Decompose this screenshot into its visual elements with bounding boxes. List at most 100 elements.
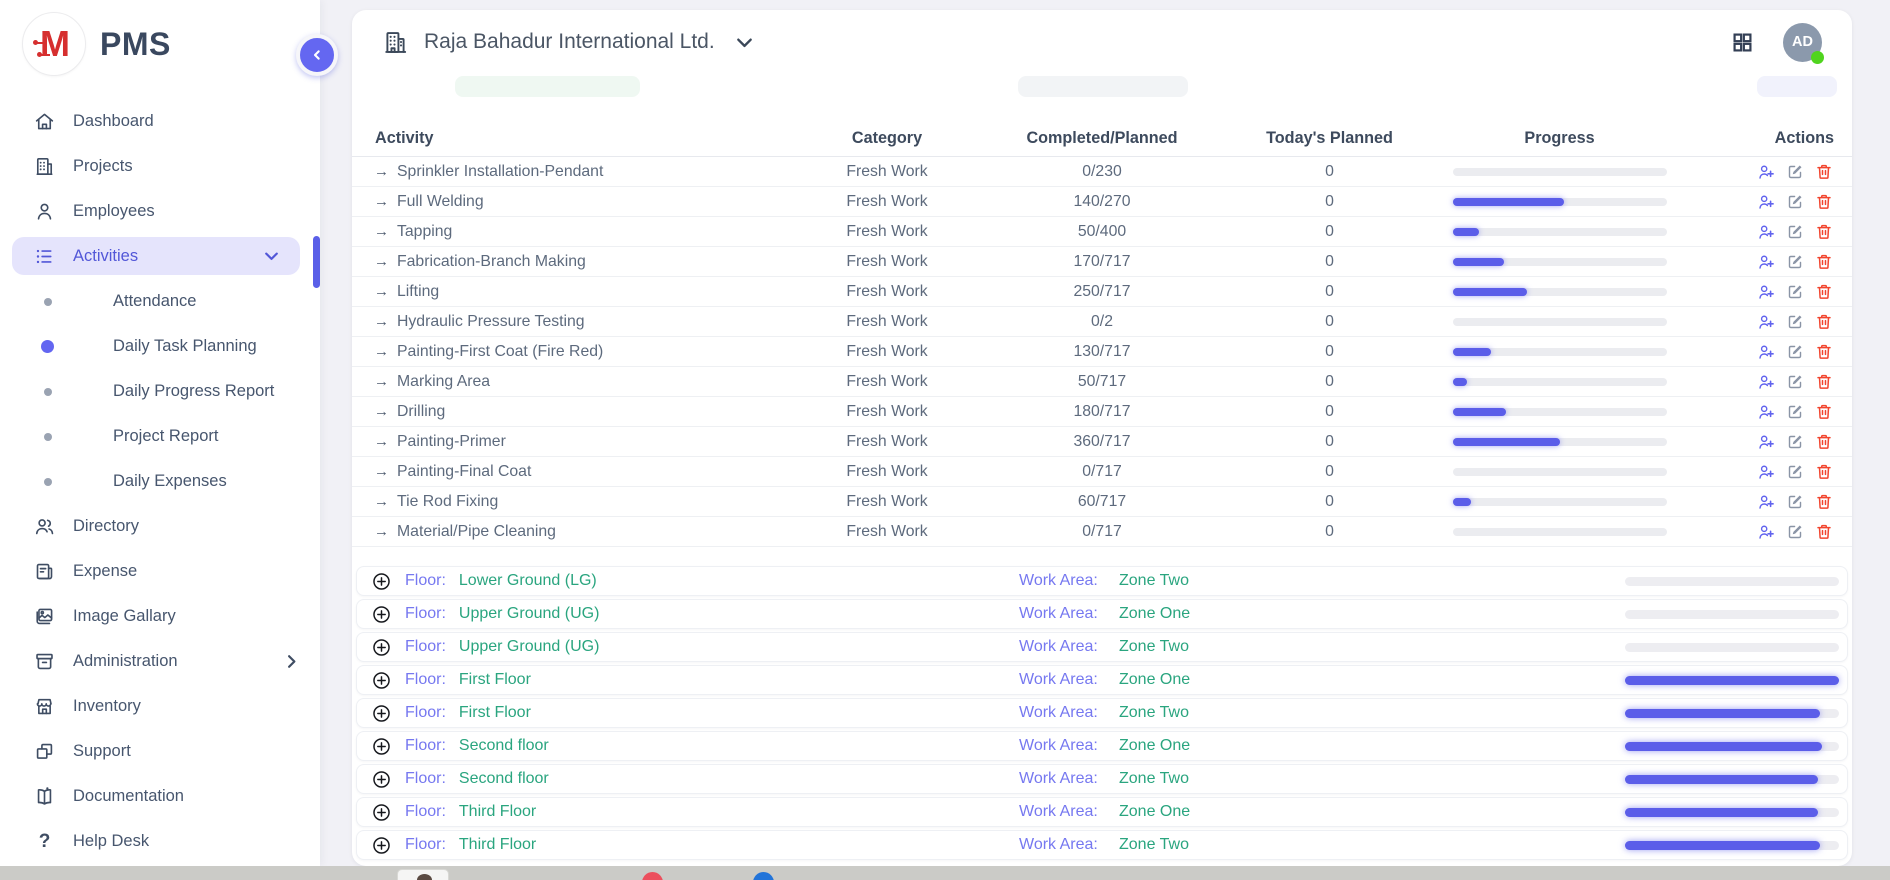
expand-plus-icon[interactable] [371,604,392,625]
floor-row[interactable]: Floor: Third Floor Work Area: Zone One [356,797,1848,827]
sidebar-collapse-button[interactable] [296,34,338,76]
activity-row[interactable]: → Sprinkler Installation-Pendant Fresh W… [352,157,1852,187]
activity-completed-planned: 0/2 [992,313,1212,331]
activity-row[interactable]: → Painting-Final Coat Fresh Work 0/717 0 [352,457,1852,487]
edit-icon[interactable] [1785,462,1805,482]
expand-plus-icon[interactable] [371,571,392,592]
assign-user-icon[interactable] [1756,282,1776,302]
taskbar-blue-app-icon[interactable] [753,872,774,880]
bullet-dot-icon [41,340,54,353]
assign-user-icon[interactable] [1756,402,1776,422]
activity-row[interactable]: → Lifting Fresh Work 250/717 0 [352,277,1852,307]
sidebar-item-inventory[interactable]: Inventory [0,684,320,729]
work-area-value: Zone Two [1119,638,1189,656]
assign-user-icon[interactable] [1756,342,1776,362]
floor-row[interactable]: Floor: Second floor Work Area: Zone Two [356,764,1848,794]
delete-icon[interactable] [1814,432,1834,452]
activity-row[interactable]: → Painting-Primer Fresh Work 360/717 0 [352,427,1852,457]
activity-row[interactable]: → Tapping Fresh Work 50/400 0 [352,217,1852,247]
delete-icon[interactable] [1814,342,1834,362]
delete-icon[interactable] [1814,282,1834,302]
sidebar-item-employees[interactable]: Employees [0,189,320,234]
activity-category: Fresh Work [782,283,992,301]
activity-row[interactable]: → Material/Pipe Cleaning Fresh Work 0/71… [352,517,1852,547]
activity-row[interactable]: → Drilling Fresh Work 180/717 0 [352,397,1852,427]
edit-icon[interactable] [1785,402,1805,422]
expand-plus-icon[interactable] [371,802,392,823]
sidebar-subitem-daily-task-planning[interactable]: Daily Task Planning [0,324,320,369]
activity-row[interactable]: → Full Welding Fresh Work 140/270 0 [352,187,1852,217]
sidebar-item-support[interactable]: Support [0,729,320,774]
edit-icon[interactable] [1785,372,1805,392]
activity-row[interactable]: → Painting-First Coat (Fire Red) Fresh W… [352,337,1852,367]
delete-icon[interactable] [1814,492,1834,512]
expand-plus-icon[interactable] [371,835,392,856]
delete-icon[interactable] [1814,162,1834,182]
sidebar-item-dashboard[interactable]: Dashboard [0,99,320,144]
assign-user-icon[interactable] [1756,462,1776,482]
floor-row[interactable]: Floor: First Floor Work Area: Zone Two [356,698,1848,728]
taskbar-red-app-icon[interactable] [642,872,663,880]
delete-icon[interactable] [1814,402,1834,422]
assign-user-icon[interactable] [1756,222,1776,242]
apps-grid-icon[interactable] [1730,30,1755,55]
user-avatar[interactable]: AD [1783,23,1822,62]
floor-row[interactable]: Floor: Third Floor Work Area: Zone Two [356,830,1848,860]
edit-icon[interactable] [1785,342,1805,362]
edit-icon[interactable] [1785,282,1805,302]
sidebar-item-directory[interactable]: Directory [0,504,320,549]
delete-icon[interactable] [1814,192,1834,212]
expand-plus-icon[interactable] [371,736,392,757]
company-selector[interactable]: Raja Bahadur International Ltd. [382,29,758,56]
assign-user-icon[interactable] [1756,252,1776,272]
activity-row[interactable]: → Hydraulic Pressure Testing Fresh Work … [352,307,1852,337]
edit-icon[interactable] [1785,222,1805,242]
assign-user-icon[interactable] [1756,162,1776,182]
edit-icon[interactable] [1785,522,1805,542]
delete-icon[interactable] [1814,462,1834,482]
sidebar-item-documentation[interactable]: Documentation [0,774,320,819]
assign-user-icon[interactable] [1756,192,1776,212]
floor-row[interactable]: Floor: Upper Ground (UG) Work Area: Zone… [356,599,1848,629]
delete-icon[interactable] [1814,372,1834,392]
activity-row[interactable]: → Tie Rod Fixing Fresh Work 60/717 0 [352,487,1852,517]
edit-icon[interactable] [1785,312,1805,332]
taskbar-app-tile[interactable] [397,869,449,880]
delete-icon[interactable] [1814,222,1834,242]
expand-plus-icon[interactable] [371,637,392,658]
edit-icon[interactable] [1785,432,1805,452]
sidebar-item-administration[interactable]: Administration [0,639,320,684]
assign-user-icon[interactable] [1756,372,1776,392]
floor-row[interactable]: Floor: First Floor Work Area: Zone One [356,665,1848,695]
expand-plus-icon[interactable] [371,670,392,691]
sidebar-item-image-gallary[interactable]: Image Gallary [0,594,320,639]
sidebar-subitem-project-report[interactable]: Project Report [0,414,320,459]
floor-row[interactable]: Floor: Second floor Work Area: Zone One [356,731,1848,761]
sidebar-item-projects[interactable]: Projects [0,144,320,189]
expand-plus-icon[interactable] [371,769,392,790]
delete-icon[interactable] [1814,522,1834,542]
expand-plus-icon[interactable] [371,703,392,724]
delete-icon[interactable] [1814,312,1834,332]
edit-icon[interactable] [1785,192,1805,212]
sidebar-item-expense[interactable]: Expense [0,549,320,594]
sidebar-subitem-daily-progress-report[interactable]: Daily Progress Report [0,369,320,414]
column-header-todays-planned: Today's Planned [1212,129,1447,148]
activity-row[interactable]: → Fabrication-Branch Making Fresh Work 1… [352,247,1852,277]
floor-row[interactable]: Floor: Upper Ground (UG) Work Area: Zone… [356,632,1848,662]
edit-icon[interactable] [1785,162,1805,182]
edit-icon[interactable] [1785,252,1805,272]
floor-row[interactable]: Floor: Lower Ground (LG) Work Area: Zone… [356,566,1848,596]
sidebar-item-help-desk[interactable]: ?Help Desk [0,819,320,864]
sidebar-subitem-attendance[interactable]: Attendance [0,279,320,324]
sidebar-subitem-daily-expenses[interactable]: Daily Expenses [0,459,320,504]
assign-user-icon[interactable] [1756,432,1776,452]
sidebar-item-activities[interactable]: Activities [12,237,300,275]
activity-row[interactable]: → Marking Area Fresh Work 50/717 0 [352,367,1852,397]
edit-icon[interactable] [1785,492,1805,512]
assign-user-icon[interactable] [1756,312,1776,332]
delete-icon[interactable] [1814,252,1834,272]
activity-category: Fresh Work [782,253,992,271]
assign-user-icon[interactable] [1756,522,1776,542]
assign-user-icon[interactable] [1756,492,1776,512]
